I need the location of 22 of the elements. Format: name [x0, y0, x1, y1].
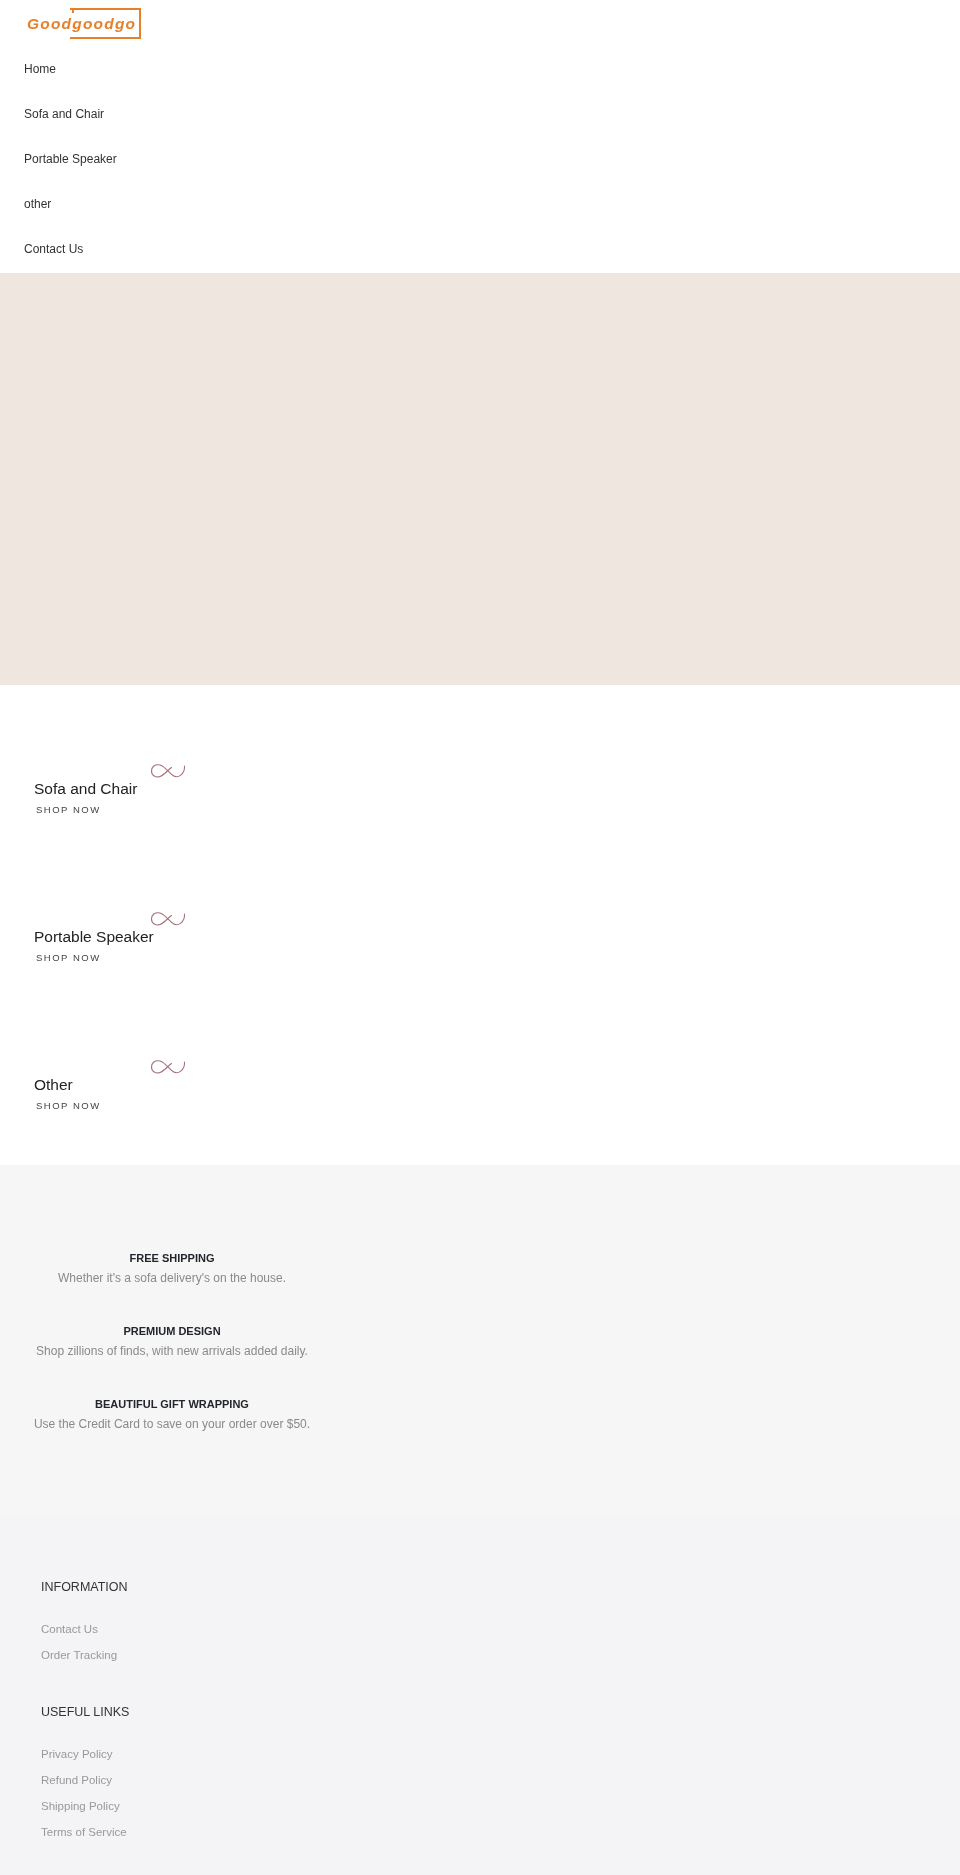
feature-text: Use the Credit Card to save on your order over $50. — [33, 1416, 311, 1433]
infinity-icon — [150, 911, 186, 928]
category-title: Other — [34, 1075, 73, 1095]
footer-heading: INFORMATION — [41, 1579, 128, 1596]
category-title: Sofa and Chair — [34, 779, 138, 799]
nav-link[interactable]: Portable Speaker — [0, 137, 117, 182]
feature-title: PREMIUM DESIGN — [123, 1324, 221, 1339]
category-title: Portable Speaker — [34, 927, 154, 947]
feature-title: FREE SHIPPING — [129, 1251, 215, 1266]
feature-text: Shop zillions of finds, with new arrivals added daily. — [36, 1343, 308, 1360]
infinity-icon — [150, 1059, 186, 1076]
shop-now-link[interactable]: SHOP NOW — [36, 804, 101, 816]
feature-title: BEAUTIFUL GIFT WRAPPING — [95, 1397, 249, 1412]
nav-link[interactable]: Contact Us — [0, 227, 84, 272]
nav-link[interactable]: other — [0, 182, 52, 227]
feature-text: Whether it's a sofa delivery's on the house. — [57, 1270, 286, 1287]
footer-heading: USEFUL LINKS — [41, 1704, 130, 1721]
nav-link[interactable]: Home — [0, 47, 56, 92]
nav-link[interactable]: Sofa and Chair — [0, 92, 105, 137]
infinity-icon — [150, 763, 186, 780]
shop-now-link[interactable]: SHOP NOW — [36, 952, 101, 964]
shop-now-link[interactable]: SHOP NOW — [36, 1100, 101, 1112]
